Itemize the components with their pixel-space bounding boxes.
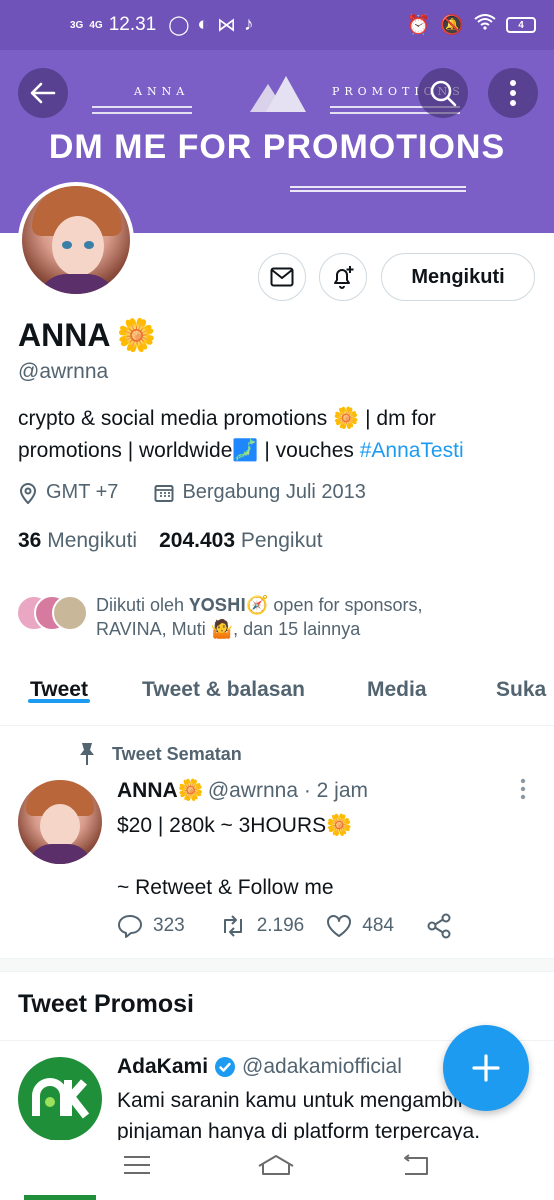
tweet-handle-time: @awrnna · 2 jam	[207, 779, 369, 802]
tweet-header: ANNA🌼 @awrnna · 2 jam	[117, 779, 368, 803]
profile-bio: crypto & social media promotions 🌼 | dm …	[18, 403, 538, 467]
app-icon: ◐	[197, 14, 209, 35]
whatsapp-icon: ◯	[168, 14, 190, 36]
share-icon	[427, 913, 451, 939]
network-indicator-3g: 3G	[70, 19, 84, 31]
banner-headline: DM ME FOR PROMOTIONS	[48, 128, 506, 166]
pinned-label: Tweet Sematan	[78, 742, 242, 766]
tab-likes[interactable]: Suka	[496, 668, 546, 702]
avatar	[52, 595, 88, 631]
like-button[interactable]: 484	[326, 914, 394, 938]
tweet-avatar[interactable]	[18, 780, 102, 864]
wifi-icon	[474, 14, 496, 36]
retweet-count: 2.196	[256, 915, 305, 936]
like-count: 484	[362, 915, 394, 936]
location-text: GMT +7	[46, 481, 119, 503]
next-promo-avatar-edge	[24, 1195, 96, 1200]
more-vertical-icon	[510, 80, 516, 106]
notifications-button[interactable]	[319, 253, 367, 301]
banner-double-rule	[290, 186, 466, 192]
joined-date-text: Bergabung Juli 2013	[182, 481, 366, 503]
more-vertical-icon	[520, 778, 526, 800]
profile-name-text: ANNA	[18, 316, 111, 353]
tab-media[interactable]: Media	[367, 668, 427, 702]
banner-rule	[92, 106, 192, 108]
followers-count-link[interactable]: 204.403 Pengikut	[159, 529, 323, 553]
search-button[interactable]	[418, 68, 468, 118]
profile-name: ANNA 🌼	[18, 316, 156, 354]
verified-badge-icon	[215, 1057, 236, 1077]
reply-count: 323	[153, 915, 185, 936]
tweet-line: ~ Retweet & Follow me	[117, 876, 334, 899]
follower-avatars	[16, 593, 88, 633]
battery-icon: 4	[506, 17, 536, 33]
tweet-body: $20 | 280k ~ 3HOURS🌼 ~ Retweet & Follow …	[117, 810, 352, 903]
tweet-line: $20 | 280k ~ 3HOURS🌼	[117, 814, 353, 837]
promoted-section-title: Tweet Promosi	[18, 990, 194, 1018]
banner-label-left: ANNA	[134, 85, 190, 98]
back-button[interactable]	[18, 68, 68, 118]
mute-icon: 🔕	[440, 15, 464, 36]
butterfly-icon: ⋈	[216, 14, 236, 36]
clock: 12.31	[108, 14, 157, 35]
tweet-more-button[interactable]	[520, 778, 526, 805]
reply-icon	[118, 915, 142, 938]
promoted-tweet-header: AdaKami @adakamiofficial	[117, 1055, 402, 1079]
tiktok-icon: ♪	[243, 14, 254, 35]
network-indicator-4g: 4G	[89, 19, 103, 31]
tab-tweet[interactable]: Tweet	[28, 668, 90, 703]
pin-icon	[80, 743, 94, 765]
envelope-icon	[270, 267, 294, 287]
followed-by[interactable]: Diikuti oleh 𝐘𝐎𝐒𝐇𝐈🧭 open for sponsors, R…	[16, 593, 486, 641]
promoted-author-name[interactable]: AdaKami	[117, 1055, 208, 1079]
back-nav-button[interactable]	[401, 1154, 431, 1181]
followed-by-text: Diikuti oleh 𝐘𝐎𝐒𝐇𝐈🧭 open for sponsors, R…	[96, 595, 423, 639]
promoted-handle: @adakamiofficial	[242, 1055, 402, 1078]
bell-plus-icon	[334, 266, 354, 289]
plus-icon	[472, 1054, 500, 1082]
section-divider	[0, 958, 554, 972]
calendar-icon	[154, 484, 174, 502]
alarm-icon: ⏰	[406, 15, 431, 36]
menu-lines-icon	[124, 1156, 150, 1174]
message-button[interactable]	[258, 253, 306, 301]
heart-icon	[327, 915, 352, 937]
adakami-logo-icon	[32, 1078, 90, 1119]
following-count-link[interactable]: 36 Mengikuti	[18, 529, 137, 553]
system-navigation-bar	[0, 1140, 554, 1195]
home-button[interactable]	[257, 1154, 295, 1181]
follow-counts: 36 Mengikuti 204.403 Pengikut	[18, 529, 323, 553]
profile-avatar[interactable]	[18, 182, 134, 298]
notification-icons: ◯ ◐ ⋈ ♪	[168, 14, 253, 37]
home-icon	[258, 1155, 294, 1175]
retweet-icon	[223, 915, 242, 937]
tweet-author-name[interactable]: ANNA🌼	[117, 779, 204, 803]
recent-apps-button[interactable]	[123, 1155, 151, 1180]
adakami-logo[interactable]	[18, 1057, 102, 1141]
retweet-button[interactable]: 2.196	[219, 915, 305, 937]
back-nav-icon	[404, 1154, 428, 1175]
profile-handle: @awrnna	[18, 360, 109, 383]
search-icon	[430, 80, 457, 107]
flower-emoji-icon: 🌼	[116, 317, 157, 353]
banner-rule	[92, 112, 192, 114]
pinned-label-text: Tweet Sematan	[112, 743, 242, 764]
location-icon	[19, 482, 37, 504]
compose-tweet-button[interactable]	[443, 1025, 529, 1111]
profile-tabs: Tweet Tweet & balasan Media Suka	[0, 668, 554, 726]
arrow-left-icon	[30, 82, 56, 104]
profile-meta: GMT +7 Bergabung Juli 2013	[18, 481, 366, 504]
bio-hashtag-link[interactable]: #AnnaTesti	[360, 439, 464, 462]
reply-button[interactable]: 323	[117, 914, 185, 938]
share-button[interactable]	[426, 913, 452, 939]
following-button[interactable]: Mengikuti	[381, 253, 535, 301]
tab-tweet-and-replies[interactable]: Tweet & balasan	[142, 668, 305, 702]
status-bar: 3G 4G 12.31 ◯ ◐ ⋈ ♪ ⏰ 🔕 4	[0, 0, 554, 50]
mountain-logo-icon	[250, 76, 306, 112]
more-options-button[interactable]	[488, 68, 538, 118]
tweet-actions: 323 2.196 484	[117, 913, 477, 939]
